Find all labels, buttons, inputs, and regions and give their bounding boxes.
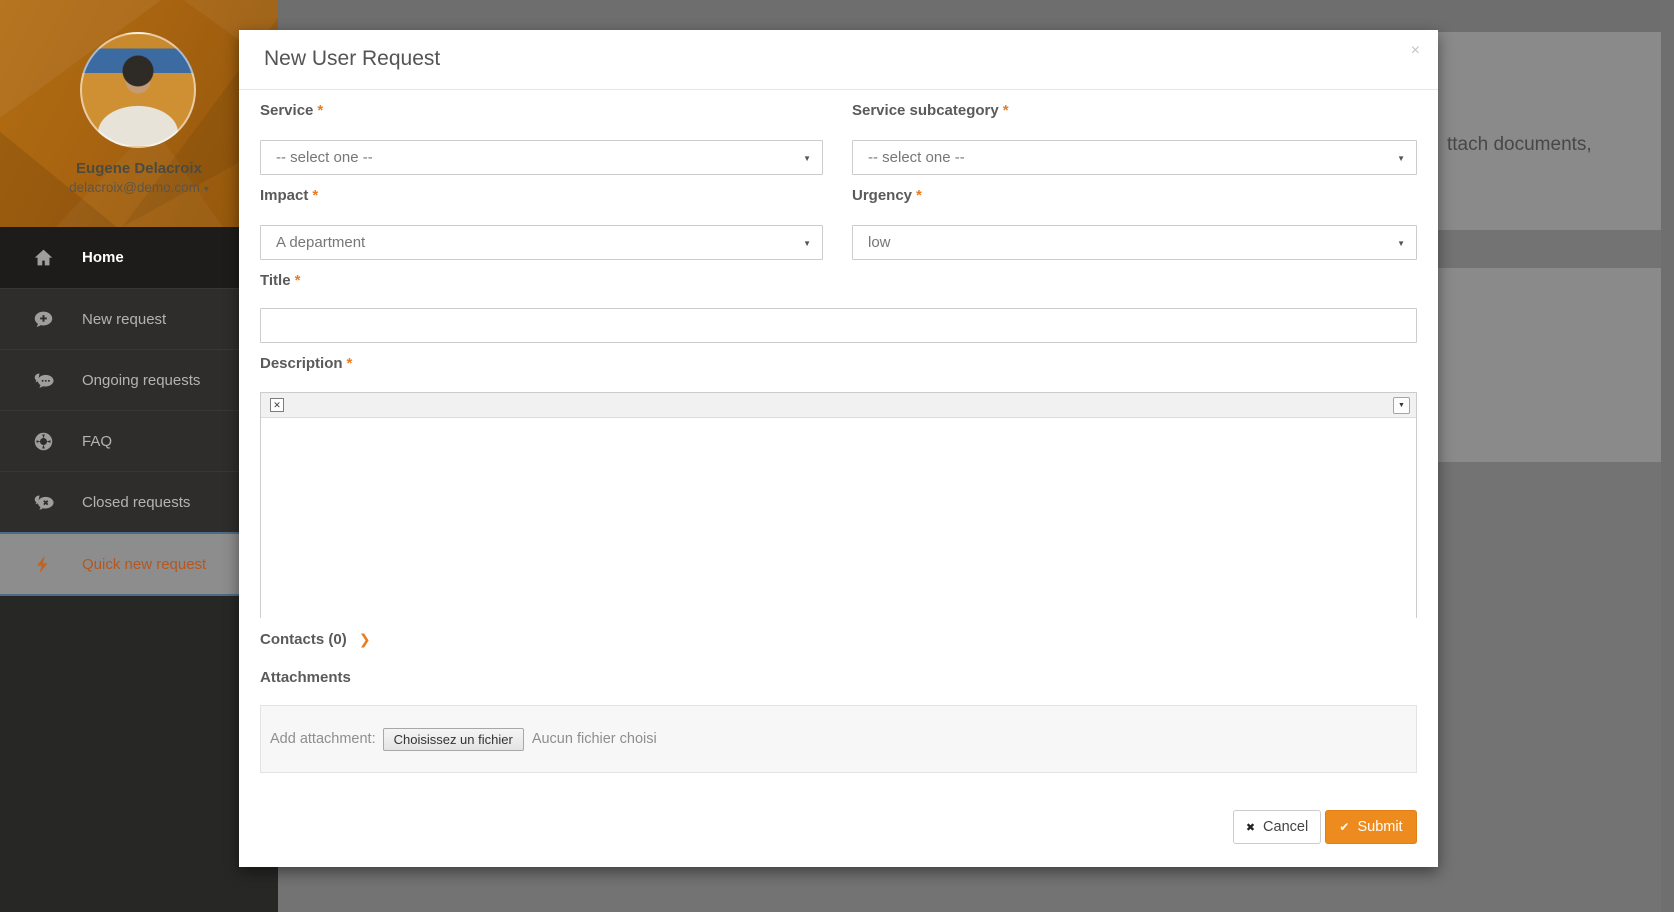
- ongoing-requests-icon: [32, 369, 54, 391]
- sidebar-item-faq[interactable]: FAQ: [0, 410, 278, 471]
- description-label: Description*: [260, 355, 823, 372]
- chevron-down-icon: ▼: [803, 154, 811, 163]
- sidebar-item-label: Closed requests: [82, 494, 190, 511]
- service-subcategory-select[interactable]: -- select one -- ▼: [852, 140, 1417, 175]
- choose-file-button[interactable]: Choisissez un fichier: [383, 728, 524, 751]
- sidebar-item-label: Home: [82, 249, 124, 266]
- no-file-chosen-label: Aucun fichier choisi: [532, 731, 657, 747]
- sidebar-item-quick-new-request[interactable]: Quick new request: [0, 532, 278, 596]
- title-input[interactable]: [260, 308, 1417, 343]
- sidebar-item-label: New request: [82, 311, 166, 328]
- service-label: Service*: [260, 102, 823, 119]
- modal-header: New User Request ×: [239, 30, 1438, 90]
- attachments-panel: Add attachment: Choisissez un fichier Au…: [260, 705, 1417, 773]
- user-email: delacroix@demo.com: [69, 180, 200, 195]
- sidebar-item-label: Quick new request: [82, 556, 206, 573]
- user-name: Eugene Delacroix: [0, 160, 278, 177]
- service-select[interactable]: -- select one -- ▼: [260, 140, 823, 175]
- sidebar-item-home[interactable]: Home: [0, 227, 278, 288]
- background-cutoff-text: ttach documents,: [1447, 134, 1592, 156]
- service-subcategory-label: Service subcategory*: [852, 102, 1417, 119]
- contacts-count: (0): [328, 631, 346, 648]
- sidebar: Eugene Delacroix delacroix@demo.com ▾ Hom…: [0, 0, 278, 912]
- home-icon: [32, 247, 54, 269]
- new-request-icon: [32, 308, 54, 330]
- faq-lifering-icon: [32, 430, 54, 452]
- sidebar-item-label: Ongoing requests: [82, 372, 200, 389]
- attachments-label: Attachments: [260, 669, 823, 686]
- chevron-down-icon: ▼: [1397, 239, 1405, 248]
- chevron-right-icon: ❯: [359, 631, 371, 647]
- sidebar-item-new-request[interactable]: New request: [0, 288, 278, 349]
- sidebar-item-closed-requests[interactable]: Closed requests: [0, 471, 278, 532]
- close-icon[interactable]: ×: [1411, 43, 1420, 59]
- title-label: Title*: [260, 272, 823, 289]
- user-menu-toggle[interactable]: delacroix@demo.com ▾: [0, 180, 278, 195]
- description-editor: ✕ ▼: [260, 392, 1417, 618]
- lightning-bolt-icon: [32, 553, 54, 575]
- sidebar-item-label: FAQ: [82, 433, 112, 450]
- chevron-down-icon: ▾: [204, 184, 209, 195]
- impact-select[interactable]: A department ▼: [260, 225, 823, 260]
- avatar: [80, 32, 196, 148]
- new-user-request-modal: New User Request × Service* Service subc…: [239, 30, 1438, 867]
- urgency-select[interactable]: low ▼: [852, 225, 1417, 260]
- editor-toolbar: ✕ ▼: [261, 393, 1416, 418]
- chevron-down-icon: ▼: [803, 239, 811, 248]
- check-icon: ✔: [1339, 820, 1349, 834]
- modal-title: New User Request: [264, 47, 440, 71]
- cancel-x-icon: ✖: [1246, 821, 1255, 834]
- impact-label: Impact*: [260, 187, 823, 204]
- background-top-strip: [278, 0, 1674, 32]
- contacts-toggle[interactable]: Contacts (0) ❯: [260, 631, 371, 648]
- submit-button[interactable]: ✔ Submit: [1325, 810, 1417, 844]
- background-right-margin: [1661, 0, 1674, 912]
- sidebar-user-header: Eugene Delacroix delacroix@demo.com ▾: [0, 0, 278, 227]
- broken-image-icon: ✕: [270, 398, 284, 412]
- chevron-down-icon: ▼: [1397, 154, 1405, 163]
- editor-dropdown-button[interactable]: ▼: [1393, 397, 1410, 414]
- add-attachment-label: Add attachment:: [270, 731, 376, 747]
- sidebar-item-ongoing-requests[interactable]: Ongoing requests: [0, 349, 278, 410]
- description-editor-area[interactable]: [261, 419, 1416, 618]
- urgency-label: Urgency*: [852, 187, 1417, 204]
- closed-requests-icon: [32, 491, 54, 513]
- cancel-button[interactable]: ✖ Cancel: [1233, 810, 1321, 844]
- sidebar-nav: Home New request Ongoing requests FAQ Cl…: [0, 227, 278, 596]
